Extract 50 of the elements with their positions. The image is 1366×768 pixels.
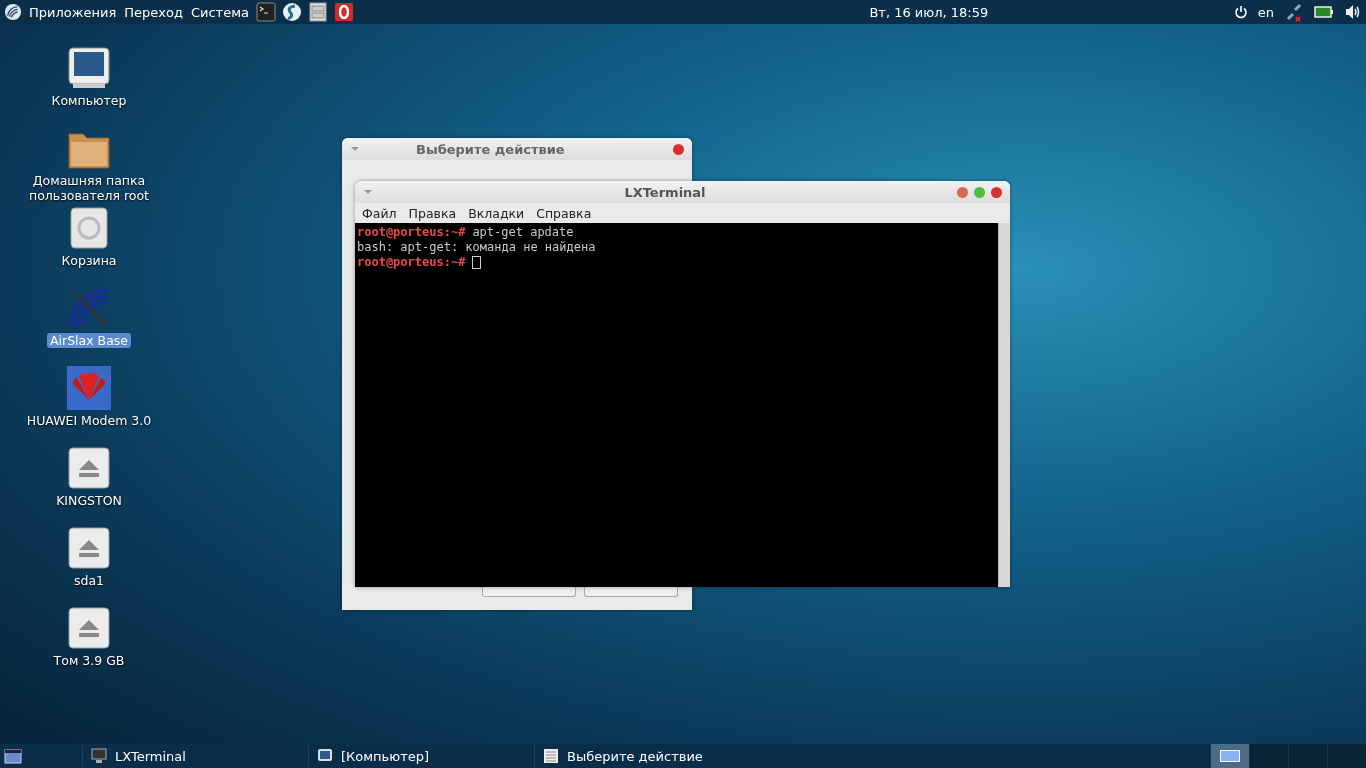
desktop-icon-label[interactable]: sda1 (70, 573, 108, 588)
desktop-icon[interactable] (4, 747, 22, 765)
panel-menu[interactable]: Переход (123, 4, 184, 20)
swirl-logo-icon[interactable] (4, 3, 22, 21)
power-icon[interactable] (1233, 5, 1248, 19)
desktop-icon-label[interactable]: HUAWEI Modem 3.0 (23, 413, 155, 428)
command-text: apt-get apdate (472, 225, 574, 240)
window-title: LXTerminal (623, 184, 707, 200)
menu-item[interactable]: Вкладки (468, 205, 525, 221)
desktop-icon-label[interactable]: Том 3.9 GB (50, 653, 128, 668)
list-icon (543, 748, 559, 764)
swirl-icon[interactable] (281, 2, 302, 22)
desktop-icon-label[interactable]: AirSlax Base (46, 333, 131, 348)
monitor-icon (91, 748, 107, 764)
window-title: Выберите действие (415, 141, 566, 157)
menu-item[interactable]: Файл (362, 205, 397, 221)
panel-menu[interactable]: Система (189, 4, 250, 20)
output-text: bash: apt-get: команда не найдена (357, 240, 596, 255)
scrollbar[interactable] (998, 223, 1010, 587)
taskbar-button[interactable]: Выберите действие (534, 745, 740, 767)
close-button[interactable] (991, 186, 1002, 198)
network-disconnected-icon[interactable] (1284, 2, 1304, 22)
terminal-console[interactable]: root@porteus:~# apt-get apdate bash: apt-get: команда не найдена root@porteus:~# (355, 223, 998, 587)
terminal-icon[interactable] (255, 2, 276, 22)
computer-icon (317, 748, 333, 764)
shell-prompt: root@porteus:~# (357, 255, 466, 270)
file-cabinet-icon[interactable] (307, 2, 328, 22)
computer-icon[interactable] (67, 46, 111, 90)
menu-item[interactable]: Правка (408, 205, 457, 221)
eject-drive-icon[interactable] (67, 446, 111, 490)
close-button[interactable] (673, 143, 684, 155)
eject-drive-icon[interactable] (67, 606, 111, 650)
workspace-button[interactable] (1210, 744, 1249, 768)
shell-prompt: root@porteus:~# (357, 225, 466, 240)
minimize-button[interactable] (957, 186, 968, 198)
desktop-icon-label[interactable]: Компьютер (48, 93, 130, 108)
opera-icon[interactable] (333, 2, 354, 22)
volume-icon[interactable] (1344, 3, 1362, 21)
menu-item[interactable]: Справка (536, 205, 592, 221)
clock[interactable]: Вт, 16 июл, 18:59 (599, 4, 989, 20)
window-thumbnail-icon (1220, 750, 1240, 762)
trash-icon[interactable] (67, 206, 111, 250)
desktop-icon-label[interactable]: Домашняя папка пользователя root (14, 173, 164, 203)
desktop-icon-label[interactable]: Корзина (58, 253, 120, 268)
taskbar-button[interactable]: [Компьютер] (308, 745, 514, 767)
keyboard-layout[interactable]: en (1257, 4, 1274, 20)
panel-menu[interactable]: Приложения (28, 4, 118, 20)
taskbar-button[interactable]: LXTerminal (82, 745, 288, 767)
desktop-icon-label[interactable]: KINGSTON (53, 493, 125, 508)
eject-drive-icon[interactable] (67, 526, 111, 570)
